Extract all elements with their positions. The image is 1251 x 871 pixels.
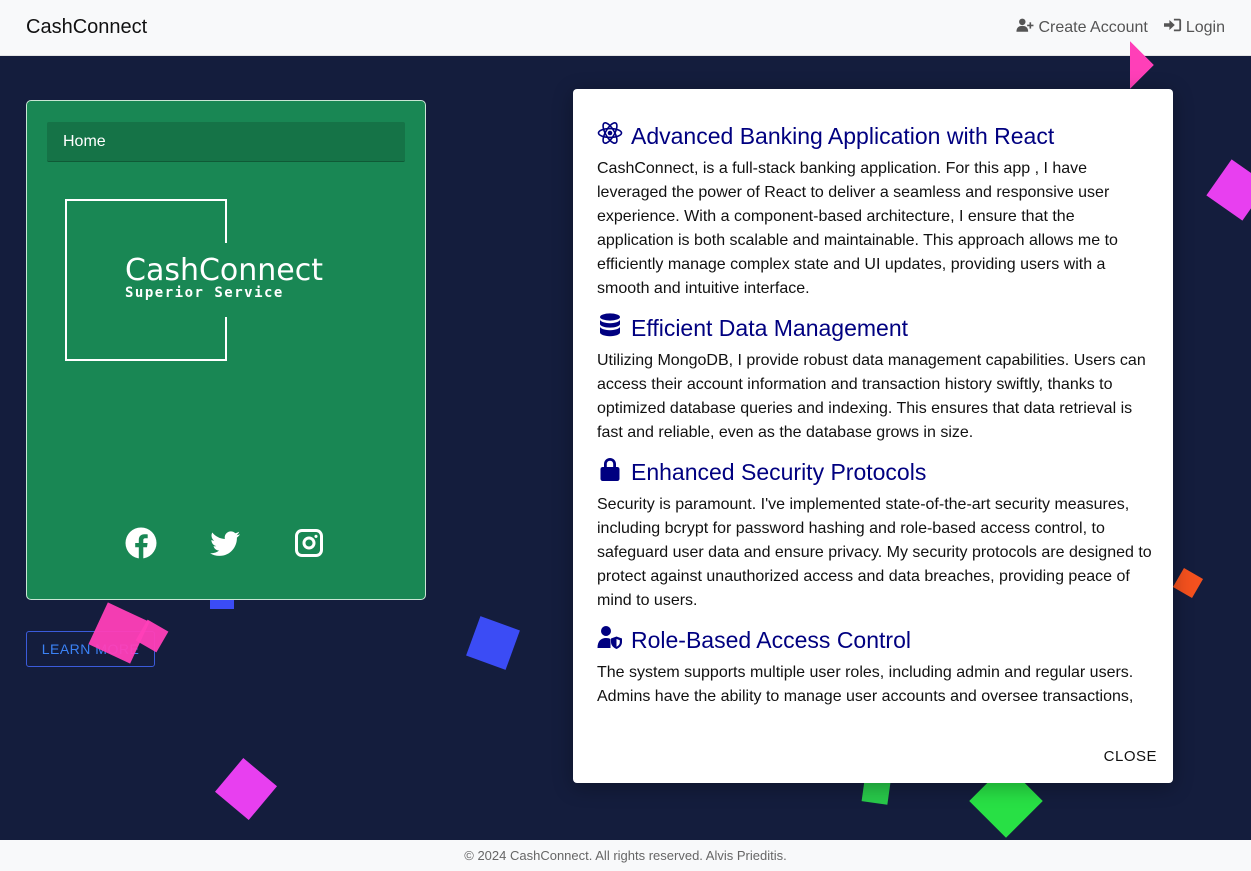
section-title: Advanced Banking Application with React: [631, 122, 1055, 149]
footer: © 2024 CashConnect. All rights reserved.…: [0, 840, 1251, 871]
footer-text: © 2024 CashConnect. All rights reserved.…: [464, 848, 787, 863]
modal-section: Advanced Banking Application with React …: [597, 119, 1153, 301]
section-heading: Role-Based Access Control: [597, 623, 1153, 657]
section-title: Role-Based Access Control: [631, 626, 911, 653]
section-heading: Advanced Banking Application with React: [597, 119, 1153, 153]
section-text: Utilizing MongoDB, I provide robust data…: [597, 352, 1146, 441]
facebook-icon[interactable]: [125, 527, 157, 564]
section-text: CashConnect, is a full-stack banking app…: [597, 160, 1118, 297]
modal-section: Enhanced Security Protocols Security is …: [597, 455, 1153, 613]
section-heading: Efficient Data Management: [597, 311, 1153, 345]
login-label: Login: [1185, 18, 1225, 36]
top-navbar: CashConnect Create Account Login: [0, 0, 1251, 56]
create-account-label: Create Account: [1038, 18, 1148, 36]
database-icon: [597, 312, 623, 344]
section-heading: Enhanced Security Protocols: [597, 455, 1153, 489]
react-atom-icon: [597, 120, 623, 152]
twitter-icon[interactable]: [209, 527, 241, 564]
tab-home[interactable]: Home: [47, 122, 405, 162]
user-plus-icon: [1016, 17, 1034, 38]
confetti-piece: [861, 779, 891, 805]
section-title: Efficient Data Management: [631, 314, 909, 341]
cashconnect-logo: CashConnect Superior Service: [65, 199, 329, 363]
instagram-icon[interactable]: [293, 527, 325, 564]
lock-icon: [597, 456, 623, 488]
close-button[interactable]: CLOSE: [1104, 748, 1157, 765]
login-link[interactable]: Login: [1163, 17, 1225, 38]
sign-in-icon: [1163, 17, 1182, 38]
brand-link[interactable]: CashConnect: [26, 16, 147, 39]
create-account-link[interactable]: Create Account: [1016, 17, 1148, 38]
modal-body[interactable]: Advanced Banking Application with React …: [597, 119, 1153, 731]
user-shield-icon: [597, 624, 623, 656]
confetti-piece: [466, 616, 520, 670]
logo-name: CashConnect: [125, 253, 324, 288]
confetti-piece: [215, 758, 277, 820]
confetti-piece: [1172, 567, 1204, 599]
nav-links: Create Account Login: [1016, 17, 1225, 38]
confetti-piece: [1206, 159, 1251, 221]
section-title: Enhanced Security Protocols: [631, 458, 927, 485]
info-modal: Advanced Banking Application with React …: [573, 89, 1173, 783]
section-text: The system supports multiple user roles,…: [597, 664, 1134, 705]
modal-section: Efficient Data Management Utilizing Mong…: [597, 311, 1153, 445]
modal-section: Role-Based Access Control The system sup…: [597, 623, 1153, 709]
social-links: [125, 527, 325, 564]
logo-tagline: Superior Service: [125, 285, 284, 301]
home-card: Home CashConnect Superior Service: [26, 100, 426, 600]
section-text: Security is paramount. I've implemented …: [597, 496, 1152, 609]
